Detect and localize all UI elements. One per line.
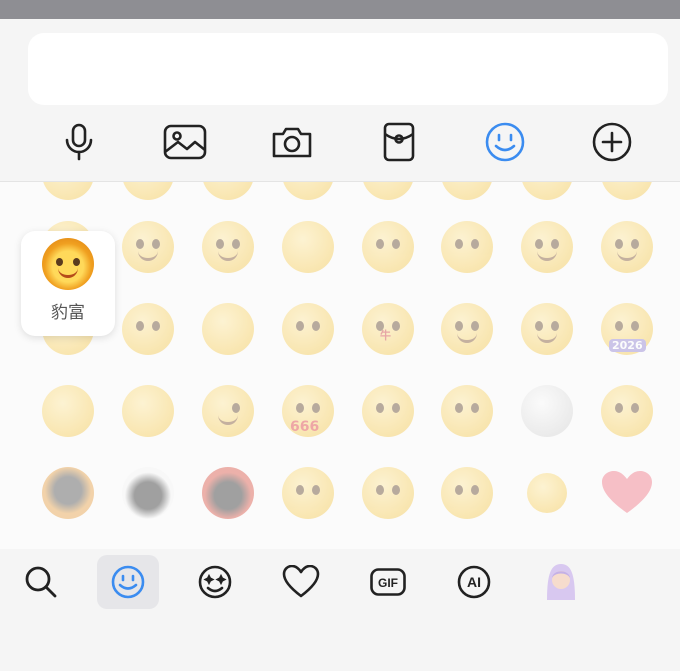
camera-icon[interactable] [269,119,315,165]
emoji-laughing-face[interactable] [198,217,258,277]
emoji-partial-face[interactable] [198,182,258,204]
emoji-saluting-face[interactable] [118,217,178,277]
emoji-preview-label: 豹富 [51,303,85,323]
message-input[interactable] [28,33,668,105]
red-packet-icon[interactable] [376,119,422,165]
emoji-partial-face[interactable] [597,182,657,204]
emoji-666-face[interactable]: 666 [278,381,338,441]
emoji-face-with-carp[interactable] [437,217,497,277]
emoji-tiger-penguin[interactable] [38,463,98,523]
emoji-wink-face[interactable] [198,381,258,441]
gif-icon[interactable]: GIF [357,555,419,609]
input-area [0,19,680,181]
avatar-icon[interactable] [530,555,592,609]
emoji-meh-face[interactable] [597,381,657,441]
emoji-green-shirt-figure[interactable] [517,463,577,523]
emoji-pat-head-face[interactable] [118,299,178,359]
emoji-dino-penguin[interactable] [198,463,258,523]
plus-icon[interactable] [589,119,635,165]
emoji-smirking-face[interactable] [597,217,657,277]
search-icon[interactable] [10,555,72,609]
year-badge-label: 2026 [609,339,646,352]
emoji-preview-popup: 豹富 [21,231,115,336]
top-strip [0,0,680,19]
ai-icon[interactable]: AI [443,555,505,609]
ai-label: AI [467,574,481,590]
lion-emoji-icon [42,238,94,290]
microphone-icon[interactable] [56,119,102,165]
sparkle-emoji-icon[interactable] [184,555,246,609]
emoji-hug-face[interactable] [278,299,338,359]
image-icon[interactable] [162,119,208,165]
emoji-partial-face[interactable] [517,182,577,204]
emoji-fan-face[interactable]: 牛 [358,299,418,359]
emoji-lion-glitter-face[interactable] [38,381,98,441]
emoji-tab-icon[interactable] [97,555,159,609]
emoji-squinting-face[interactable] [517,299,577,359]
emoji-partial-face[interactable] [437,182,497,204]
fan-char-label: 牛 [380,329,391,342]
emoji-icon[interactable] [482,119,528,165]
emoji-partial-face[interactable] [118,182,178,204]
emoji-blushing-face[interactable] [437,299,497,359]
emoji-bunny-penguin[interactable] [118,463,178,523]
emoji-category-bar: GIF AI [0,549,680,671]
emoji-hat-face-2[interactable] [358,463,418,523]
emoji-cover-eyes-face[interactable] [118,381,178,441]
emoji-moon-face[interactable] [517,381,577,441]
heart-icon[interactable] [270,555,332,609]
emoji-sad-face[interactable] [437,381,497,441]
666-label: 666 [290,419,320,435]
emoji-partial-face[interactable] [38,182,98,204]
gif-label: GIF [378,576,398,590]
emoji-partial-face[interactable] [278,182,338,204]
emoji-kiss-face[interactable] [358,381,418,441]
emoji-cover-face[interactable] [198,299,258,359]
emoji-hug-red-face[interactable] [437,463,497,523]
emoji-blank-face[interactable] [278,217,338,277]
emoji-2026-face[interactable]: 2026 [597,299,657,359]
emoji-partial-face[interactable] [358,182,418,204]
emoji-face-with-fish[interactable] [358,217,418,277]
emoji-heart[interactable] [597,463,657,523]
emoji-grinning-face[interactable] [517,217,577,277]
emoji-hat-face-1[interactable] [278,463,338,523]
